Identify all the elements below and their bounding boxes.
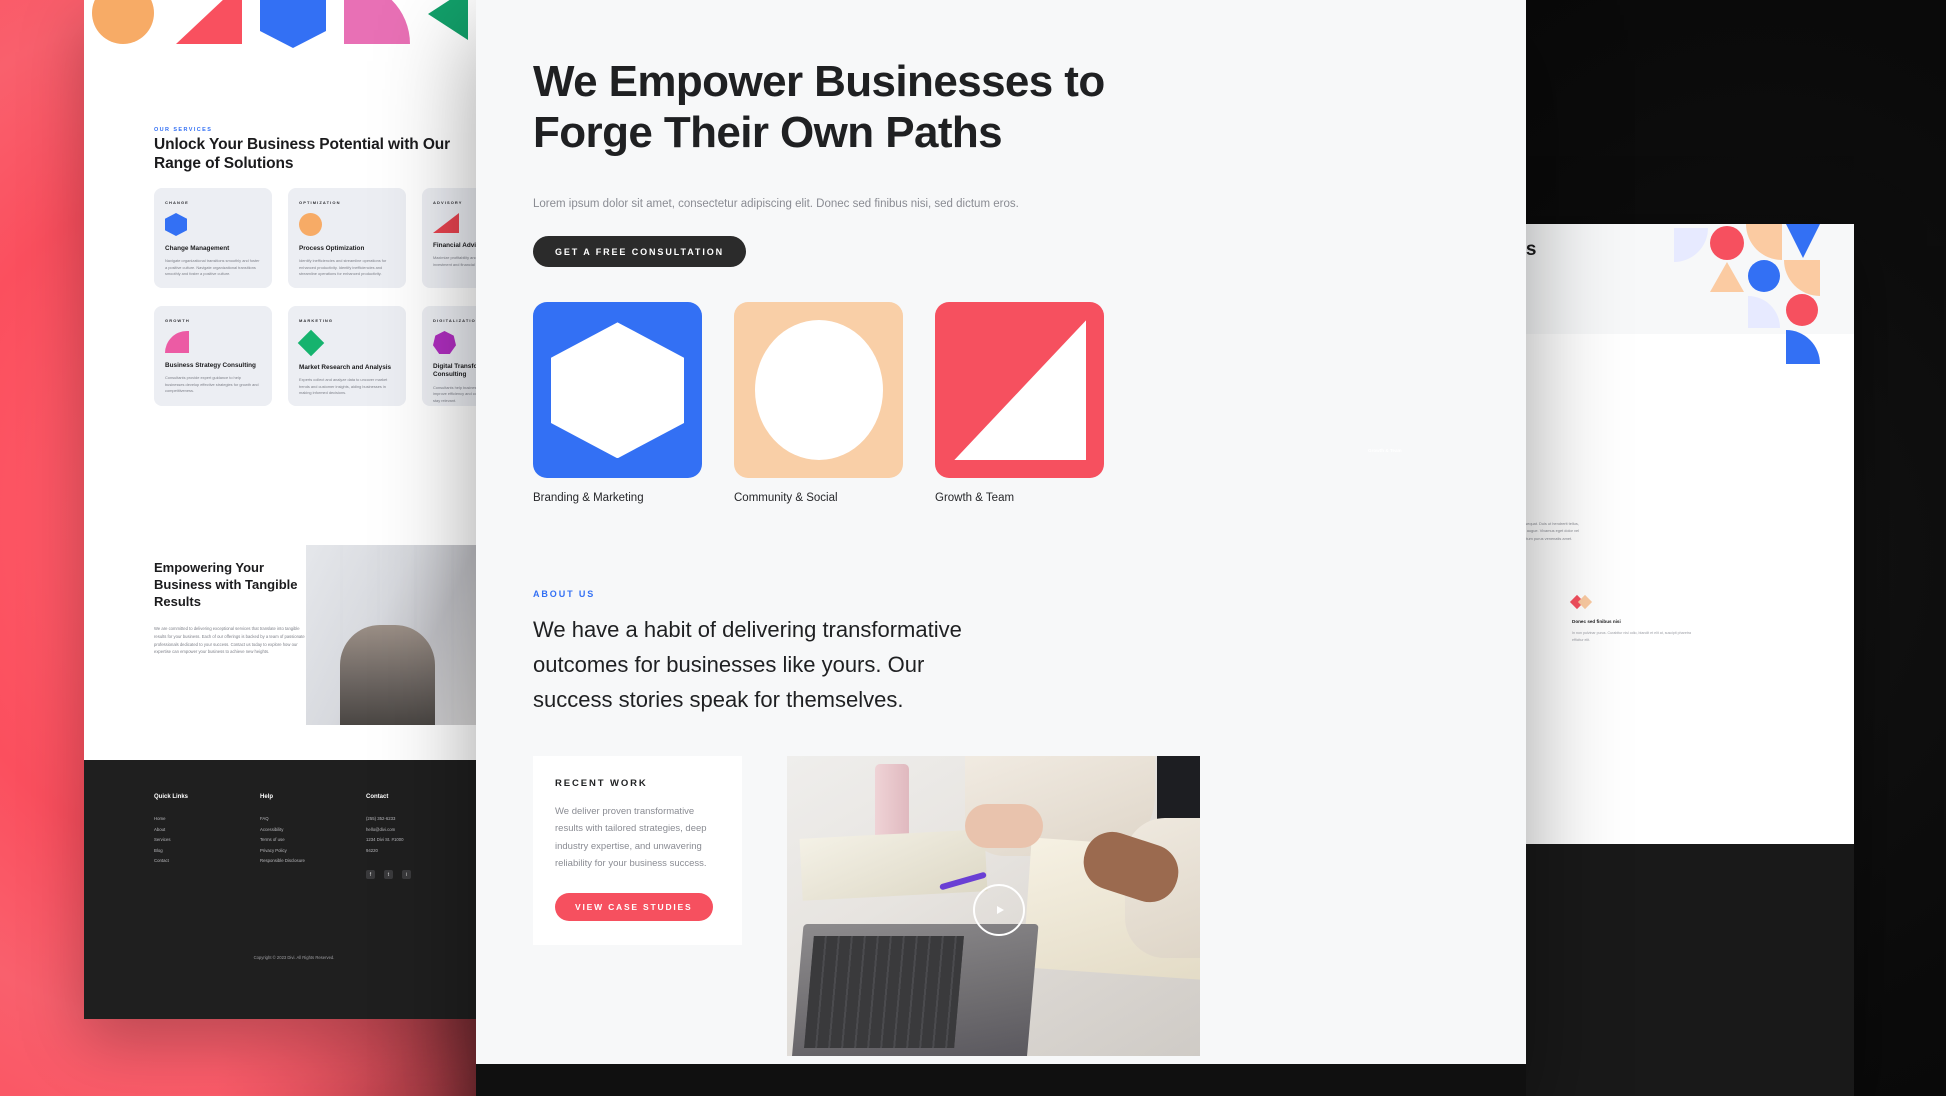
footer-column-quick-links: Quick Links Home About Services Blog Con…: [154, 794, 260, 879]
service-title: Market Research and Analysis: [299, 364, 392, 371]
footer-column-title: Help: [260, 794, 274, 800]
about-us-eyebrow: ABOUT US: [533, 589, 596, 600]
footer-contact-zip: 94220: [366, 847, 378, 853]
service-title: Process Optimization: [299, 245, 365, 252]
service-card[interactable]: CHANGE Change Management Navigate organi…: [154, 188, 272, 288]
feature-title: Donec sed finibus nisi: [1572, 619, 1621, 624]
instagram-icon[interactable]: i: [402, 870, 411, 880]
left-results-photo: [306, 545, 504, 725]
service-tile-label: Growth & Team: [935, 492, 1015, 505]
service-desc: Navigate organizational transitions smoo…: [165, 258, 260, 277]
footer-link[interactable]: Privacy Policy: [260, 846, 366, 857]
footer-column-title: Contact: [366, 794, 389, 800]
footer-contact-phone[interactable]: (255) 352-6233: [366, 814, 472, 825]
quarter-circle-icon: [165, 331, 261, 353]
panel-bottom-strip: [476, 1064, 1526, 1096]
footer-copyright: Copyright © 2023 Divi. All Rights Reserv…: [253, 955, 335, 960]
diamond-icon: [297, 329, 395, 357]
right-feature: Donec sed finibus nisi In non pulvinar p…: [1569, 594, 1692, 643]
video-thumbnail[interactable]: [787, 755, 1200, 1056]
right-card-label: Growth & Team: [1368, 448, 1402, 453]
about-us-section: ABOUT US We have a habit of delivering t…: [533, 589, 1436, 717]
page-title: We Empower Businesses to Forge Their Own…: [533, 57, 1105, 158]
footer-link[interactable]: Services: [154, 835, 260, 846]
quarter-circle-shape-icon: [344, 0, 410, 64]
recent-work-body: We deliver proven transformative results…: [555, 805, 707, 870]
footer-column-help: Help FAQ Accessibility Terms of use Priv…: [260, 794, 366, 879]
service-card[interactable]: OPTIMIZATION Process Optimization Identi…: [288, 188, 406, 288]
service-tile-label: Branding & Marketing: [533, 492, 644, 505]
service-title: Business Strategy Consulting: [165, 362, 256, 369]
main-foreground-panel[interactable]: We Empower Businesses to Forge Their Own…: [476, 0, 1526, 1096]
service-desc: Identify inefficiencies and streamline o…: [299, 258, 387, 277]
hero-lead-text: Lorem ipsum dolor sit amet, consectetur …: [533, 197, 1019, 210]
service-tile-community[interactable]: Community & Social: [734, 302, 903, 504]
footer-link[interactable]: Terms of use: [260, 835, 366, 846]
triangle-shape-icon: [176, 0, 242, 64]
service-tile-branding[interactable]: Branding & Marketing: [533, 302, 702, 504]
footer-link[interactable]: Responsible Disclosure: [260, 856, 366, 867]
triangle-icon: [954, 320, 1086, 461]
footer-column-contact: Contact (255) 352-6233 hello@divi.com 12…: [366, 794, 472, 880]
footer-link[interactable]: Home: [154, 814, 260, 825]
hexagon-icon: [551, 322, 684, 459]
play-icon[interactable]: [973, 883, 1025, 936]
footer-contact-email[interactable]: hello@divi.com: [366, 825, 472, 836]
recent-work-eyebrow: RECENT WORK: [555, 777, 648, 789]
twitter-icon[interactable]: t: [384, 870, 393, 880]
circle-icon: [755, 320, 883, 461]
footer-column-title: Quick Links: [154, 794, 189, 800]
service-card[interactable]: MARKETING Market Research and Analysis E…: [288, 306, 406, 406]
service-desc: Consultants provide expert guidance to h…: [165, 375, 259, 394]
recent-work-card: RECENT WORK We deliver proven transforma…: [533, 755, 742, 945]
service-tag: CHANGE: [165, 200, 189, 205]
decorative-shapes-row: [84, 0, 504, 88]
service-tag: MARKETING: [299, 318, 334, 323]
left-services-heading: Unlock Your Business Potential with Our …: [154, 136, 451, 172]
footer-link[interactable]: FAQ: [260, 814, 366, 825]
left-services-grid: CHANGE Change Management Navigate organi…: [154, 188, 504, 406]
footer-link[interactable]: Blog: [154, 846, 260, 857]
left-background-page[interactable]: OUR SERVICES Unlock Your Business Potent…: [84, 0, 504, 1019]
circle-icon: [299, 213, 395, 236]
footer-link[interactable]: Accessibility: [260, 825, 366, 836]
about-us-heading: We have a habit of delivering transforma…: [533, 617, 962, 712]
left-results-body: We are committed to delivering exception…: [154, 626, 305, 655]
footer-link[interactable]: About: [154, 825, 260, 836]
service-tag: OPTIMIZATION: [299, 200, 341, 205]
feature-desc: In non pulvinar purus. Curabitur nisl od…: [1572, 631, 1692, 642]
service-tile-label: Community & Social: [734, 492, 838, 505]
service-title: Change Management: [165, 245, 230, 252]
circle-shape-icon: [92, 0, 154, 64]
view-case-studies-button[interactable]: VIEW CASE STUDIES: [555, 892, 713, 921]
get-free-consultation-button[interactable]: GET A FREE CONSULTATION: [533, 236, 747, 268]
left-footer: Quick Links Home About Services Blog Con…: [84, 760, 504, 1019]
left-results-heading: Empowering Your Business with Tangible R…: [154, 560, 298, 609]
dual-diamond-icon: [1569, 594, 1692, 610]
service-tag: GROWTH: [165, 318, 190, 323]
footer-link[interactable]: Contact: [154, 856, 260, 867]
left-services-eyebrow: OUR SERVICES: [154, 127, 213, 133]
service-tile-growth[interactable]: Growth & Team: [935, 302, 1104, 504]
decorative-pattern: [1674, 224, 1854, 364]
hexagon-icon: [165, 213, 261, 236]
hexagon-shape-icon: [260, 0, 326, 64]
facebook-icon[interactable]: f: [366, 870, 375, 880]
service-card[interactable]: GROWTH Business Strategy Consulting Cons…: [154, 306, 272, 406]
footer-contact-address: 1234 Divi St. #1000: [366, 837, 404, 843]
service-desc: Experts collect and analyze data to unco…: [299, 377, 388, 396]
service-tiles: Branding & Marketing Community & Social …: [533, 302, 1436, 504]
